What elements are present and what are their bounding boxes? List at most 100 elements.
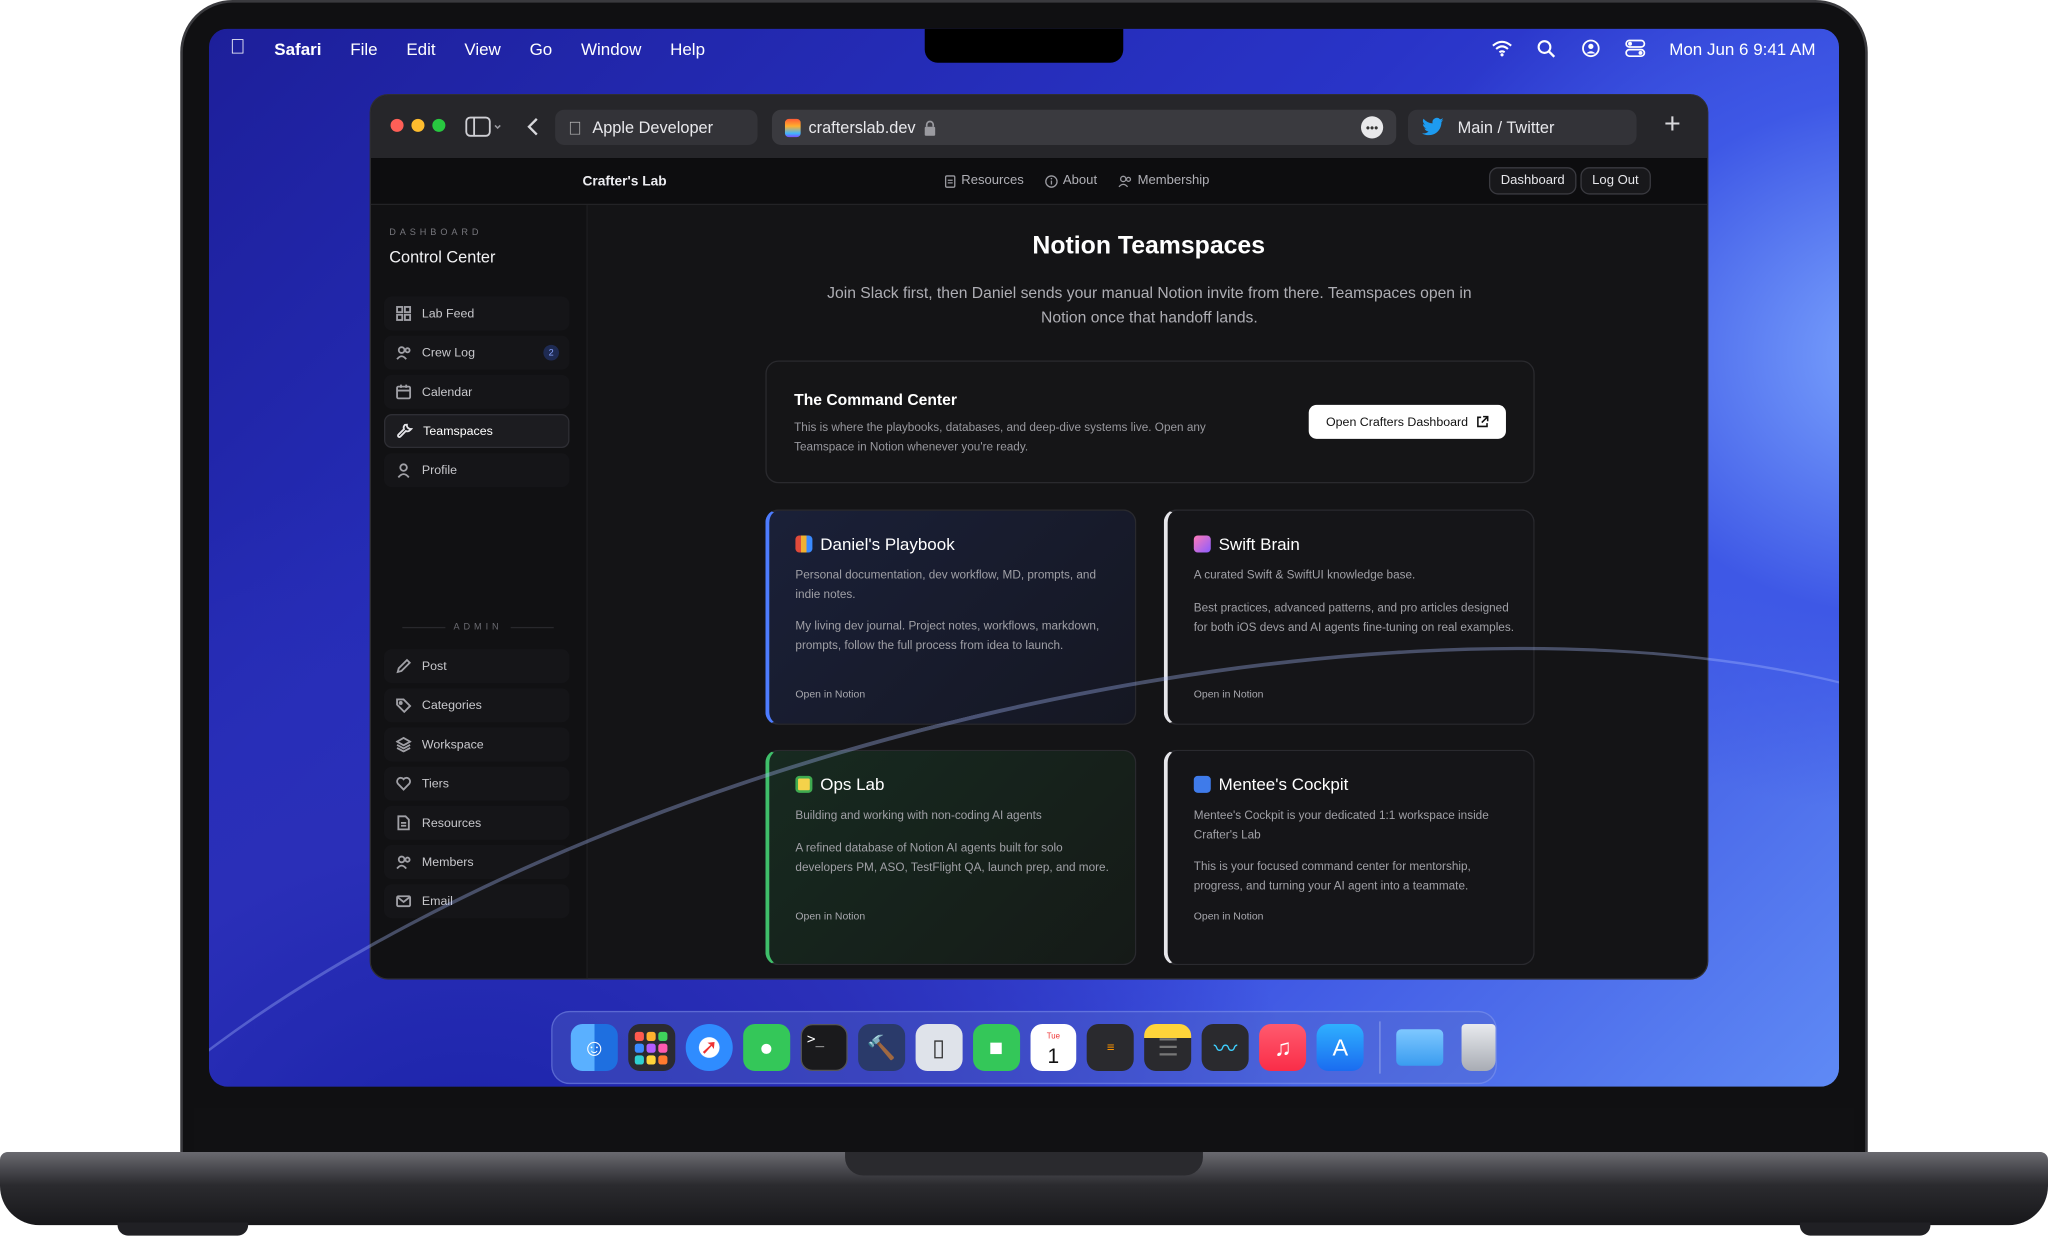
sidebar-item-label: Members [421, 854, 474, 870]
card-description: This is your focused command center for … [1193, 859, 1471, 892]
launchpad-icon[interactable] [628, 1023, 676, 1072]
new-tab-icon[interactable]: + [1664, 108, 1681, 139]
teamspace-card-ops-lab[interactable]: Ops Lab Building and working with non-co… [765, 749, 1137, 966]
ops-lab-icon [795, 775, 813, 793]
freeform-icon[interactable]: 〰 [1202, 1023, 1249, 1072]
minimize-window-button[interactable] [411, 118, 425, 132]
nav-resources[interactable]: Resources [944, 174, 1024, 188]
sidebar-item-lab-feed[interactable]: Lab Feed [383, 296, 570, 331]
menu-edit[interactable]: Edit [406, 39, 435, 59]
sidebar-item-members[interactable]: Members [383, 845, 570, 880]
sidebar-toggle-icon[interactable] [465, 116, 504, 137]
more-options-icon[interactable]: ••• [1360, 116, 1384, 139]
site-header: Crafter's Lab Resources About Membership… [370, 158, 1708, 206]
user-account-icon[interactable] [1580, 39, 1601, 58]
tab-crafterslab-address-bar[interactable]: crafterslab.dev ••• [771, 109, 1397, 145]
wifi-icon[interactable] [1492, 39, 1513, 57]
simulator-icon[interactable]: ▯ [915, 1023, 963, 1072]
open-in-notion-link[interactable]: Open in Notion [1194, 688, 1264, 700]
open-in-notion-link[interactable]: Open in Notion [795, 910, 865, 922]
card-title: Ops Lab [795, 775, 884, 794]
page-intro: Join Slack first, then Daniel sends your… [827, 283, 1472, 327]
messages-icon[interactable]: ● [742, 1023, 790, 1072]
sidebar-item-email[interactable]: Email [383, 884, 570, 919]
apple-icon:  [568, 117, 582, 138]
command-center-panel: The Command Center This is where the pla… [765, 360, 1535, 484]
terminal-icon[interactable]: >_ [800, 1023, 848, 1072]
back-button-icon[interactable] [525, 116, 541, 137]
sidebar-item-categories[interactable]: Categories [383, 688, 570, 723]
calendar-icon [396, 384, 412, 400]
sidebar-item-profile[interactable]: Profile [383, 453, 570, 488]
sidebar-item-calendar[interactable]: Calendar [383, 374, 570, 409]
calendar-app-icon[interactable]: Tue 1 [1029, 1023, 1077, 1072]
appstore-icon[interactable]: A [1316, 1023, 1364, 1072]
card-title: Mentee's Cockpit [1193, 774, 1349, 795]
dashboard-button[interactable]: Dashboard [1488, 167, 1577, 195]
sidebar-item-tiers[interactable]: Tiers [383, 766, 570, 801]
launchpad-tile [658, 1054, 668, 1064]
twitter-icon [1422, 117, 1444, 136]
menu-view[interactable]: View [464, 39, 501, 59]
menu-clock[interactable]: Mon Jun 6 9:41 AM [1669, 39, 1815, 59]
menu-file[interactable]: File [350, 39, 377, 59]
card-summary: Building and working with non-coding AI … [795, 808, 1042, 822]
wrench-icon [397, 423, 413, 438]
nav-membership[interactable]: Membership [1118, 174, 1209, 188]
admin-section-label: ADMIN [394, 623, 561, 632]
control-center-icon[interactable] [1625, 39, 1646, 58]
launchpad-tile [647, 1042, 657, 1053]
folder-icon[interactable] [1396, 1029, 1444, 1066]
card-summary: A curated Swift & SwiftUI knowledge base… [1193, 568, 1416, 582]
card-title-text: Daniel's Playbook [820, 534, 955, 554]
xcode-icon[interactable]: 🔨 [857, 1023, 905, 1072]
nav-about-label: About [1062, 173, 1098, 189]
open-in-notion-link[interactable]: Open in Notion [1194, 910, 1264, 922]
close-window-button[interactable] [390, 118, 404, 132]
users-icon [396, 855, 411, 870]
mail-icon [396, 895, 412, 908]
tab-twitter[interactable]: Main / Twitter [1407, 109, 1637, 145]
dock-separator [1379, 1021, 1381, 1074]
teamspace-card-daniels-playbook[interactable]: Daniel's Playbook Personal documentation… [765, 509, 1137, 725]
safari-icon[interactable]: ➚ [685, 1023, 733, 1072]
notes-icon[interactable]: ☰ [1144, 1023, 1192, 1072]
teamspace-card-swift-brain[interactable]: Swift Brain A curated Swift & SwiftUI kn… [1163, 509, 1535, 725]
zoom-window-button[interactable] [432, 118, 446, 132]
launchpad-tile [647, 1031, 657, 1041]
nav-about[interactable]: About [1044, 173, 1098, 189]
sidebar-item-post[interactable]: Post [383, 649, 570, 684]
reminders-icon[interactable]: ≡ [1087, 1023, 1135, 1072]
facetime-icon[interactable]: ■ [972, 1023, 1020, 1072]
card-description: My living dev journal. Project notes, wo… [795, 619, 1100, 652]
open-crafters-dashboard-button[interactable]: Open Crafters Dashboard [1309, 404, 1506, 439]
music-icon[interactable]: ♫ [1259, 1023, 1307, 1072]
sidebar-item-teamspaces[interactable]: Teamspaces [383, 414, 570, 448]
apple-menu-icon[interactable]:  [230, 37, 246, 61]
menu-go[interactable]: Go [530, 39, 553, 59]
users-icon [1118, 175, 1132, 187]
tab-apple-developer[interactable]:  Apple Developer [555, 109, 758, 145]
main-content: Notion Teamspaces Join Slack first, then… [588, 205, 1707, 978]
site-brand[interactable]: Crafter's Lab [583, 173, 667, 189]
sidebar-item-resources[interactable]: Resources [383, 805, 570, 840]
menu-window[interactable]: Window [581, 39, 641, 59]
logout-button[interactable]: Log Out [1580, 167, 1651, 195]
card-title-text: Mentee's Cockpit [1218, 774, 1349, 795]
traffic-lights [383, 115, 446, 139]
desktop-screen:  Safari File Edit View Go Window Help M… [208, 28, 1840, 1087]
teamspace-card-mentees-cockpit[interactable]: Mentee's Cockpit Mentee's Cockpit is you… [1163, 749, 1535, 966]
open-in-notion-link[interactable]: Open in Notion [795, 688, 865, 700]
sidebar-item-crew-log[interactable]: Crew Log 2 [383, 335, 570, 370]
layers-icon [395, 736, 412, 753]
user-icon [397, 463, 410, 478]
spotlight-search-icon[interactable] [1536, 39, 1557, 58]
launchpad-tile [658, 1031, 668, 1041]
heart-icon [396, 776, 411, 791]
sidebar-item-workspace[interactable]: Workspace [383, 727, 570, 762]
menu-app-name[interactable]: Safari [274, 39, 321, 59]
trash-icon[interactable] [1461, 1023, 1496, 1072]
nav-membership-label: Membership [1137, 173, 1210, 189]
finder-icon[interactable]: ☺ [570, 1023, 618, 1072]
menu-help[interactable]: Help [670, 39, 705, 59]
